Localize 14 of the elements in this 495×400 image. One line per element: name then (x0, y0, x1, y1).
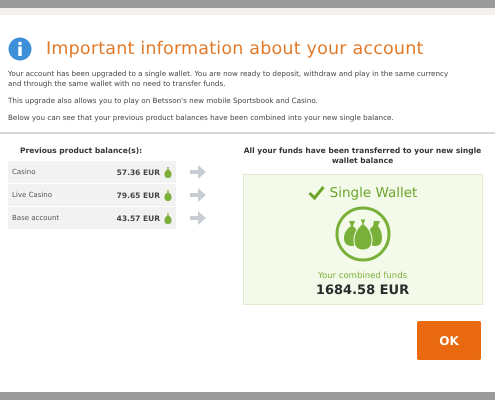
ok-button[interactable]: OK (417, 321, 481, 360)
combined-total: 1684.58 EUR (316, 283, 410, 298)
info-icon (8, 37, 32, 61)
dialog-title: Important information about your account (46, 39, 424, 59)
money-bag-icon (164, 190, 172, 200)
arrow-right-icon (190, 165, 206, 179)
wallet-title: Single Wallet (330, 185, 418, 201)
money-bag-icon (164, 166, 172, 178)
arrow-right-icon (190, 188, 206, 202)
arrow-right-icon (190, 211, 206, 225)
money-bags-icon (334, 206, 390, 262)
combined-funds-label: Your combined funds (318, 271, 408, 281)
check-icon (308, 186, 325, 200)
money-bag-icon (164, 212, 172, 224)
